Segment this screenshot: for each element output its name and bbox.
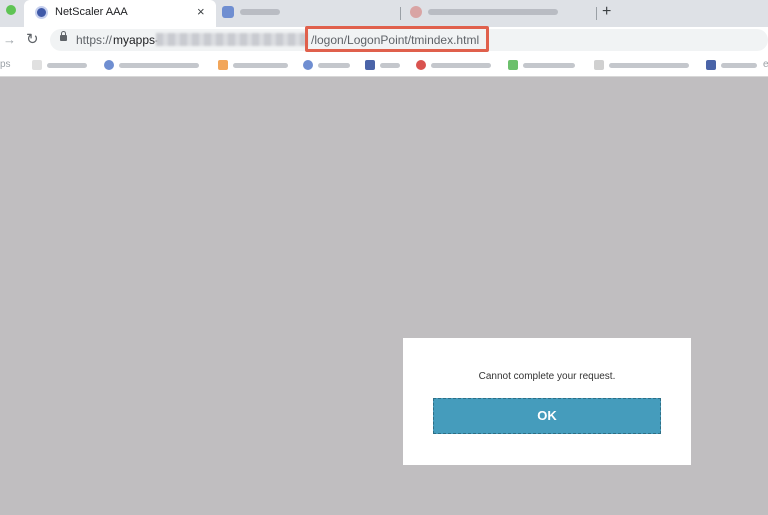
- tab-background[interactable]: [222, 4, 392, 22]
- tab-title-redacted: [428, 9, 558, 15]
- bookmarks-overflow-right: e: [763, 59, 768, 70]
- bookmark-label-redacted: [47, 63, 87, 68]
- url-scheme: https://: [76, 33, 113, 47]
- bookmark-item[interactable]: [416, 59, 496, 72]
- tab-strip: NetScaler AAA × +: [0, 0, 768, 27]
- ok-button[interactable]: OK: [433, 398, 661, 434]
- bookmark-icon: [104, 60, 114, 70]
- bookmark-label-redacted: [318, 63, 350, 68]
- bookmark-item[interactable]: [303, 59, 353, 72]
- bookmark-icon: [416, 60, 426, 70]
- tab-title: NetScaler AAA: [55, 6, 128, 18]
- url-path-highlight: [305, 26, 489, 52]
- bookmark-icon: [365, 60, 375, 70]
- bookmarks-bar: ps e: [0, 54, 768, 77]
- bookmark-item[interactable]: [32, 59, 92, 72]
- bookmark-label-redacted: [609, 63, 689, 68]
- bookmark-item[interactable]: [104, 59, 204, 72]
- bookmark-item[interactable]: [365, 59, 403, 72]
- window-maximize-icon[interactable]: [6, 5, 16, 15]
- bookmark-label-redacted: [431, 63, 491, 68]
- bookmark-label-redacted: [233, 63, 288, 68]
- bookmark-item[interactable]: [594, 59, 694, 72]
- new-tab-icon[interactable]: +: [602, 3, 611, 21]
- lock-icon: [60, 31, 67, 41]
- url-host-redacted: [156, 33, 308, 46]
- bookmark-label-redacted: [523, 63, 575, 68]
- bookmark-item[interactable]: [508, 59, 580, 72]
- bookmark-icon: [32, 60, 42, 70]
- bookmark-item[interactable]: [218, 59, 290, 72]
- bookmark-icon: [706, 60, 716, 70]
- bookmark-icon: [594, 60, 604, 70]
- forward-icon[interactable]: →: [3, 32, 16, 47]
- url-host: myapps-: [113, 33, 160, 47]
- tab-title-redacted: [240, 9, 280, 15]
- tab-close-icon[interactable]: ×: [197, 4, 205, 19]
- tab-background[interactable]: [410, 4, 590, 22]
- bookmark-icon: [508, 60, 518, 70]
- tab-favicon-icon: [410, 6, 422, 18]
- tab-favicon-icon: [222, 6, 234, 18]
- bookmark-label-redacted: [721, 63, 757, 68]
- bookmark-label-redacted: [380, 63, 400, 68]
- bookmark-icon: [303, 60, 313, 70]
- tab-separator: [400, 7, 401, 20]
- error-dialog: Cannot complete your request. OK: [403, 338, 691, 465]
- bookmark-item[interactable]: [706, 59, 762, 72]
- dialog-message: Cannot complete your request.: [478, 371, 616, 382]
- bookmark-icon: [218, 60, 228, 70]
- bookmarks-overflow-left: ps: [0, 59, 11, 70]
- netscaler-icon: [35, 6, 48, 19]
- tab-separator: [596, 7, 597, 20]
- tab-netscaler-aaa[interactable]: NetScaler AAA ×: [24, 0, 216, 27]
- reload-icon[interactable]: ↻: [26, 30, 39, 48]
- bookmark-label-redacted: [119, 63, 199, 68]
